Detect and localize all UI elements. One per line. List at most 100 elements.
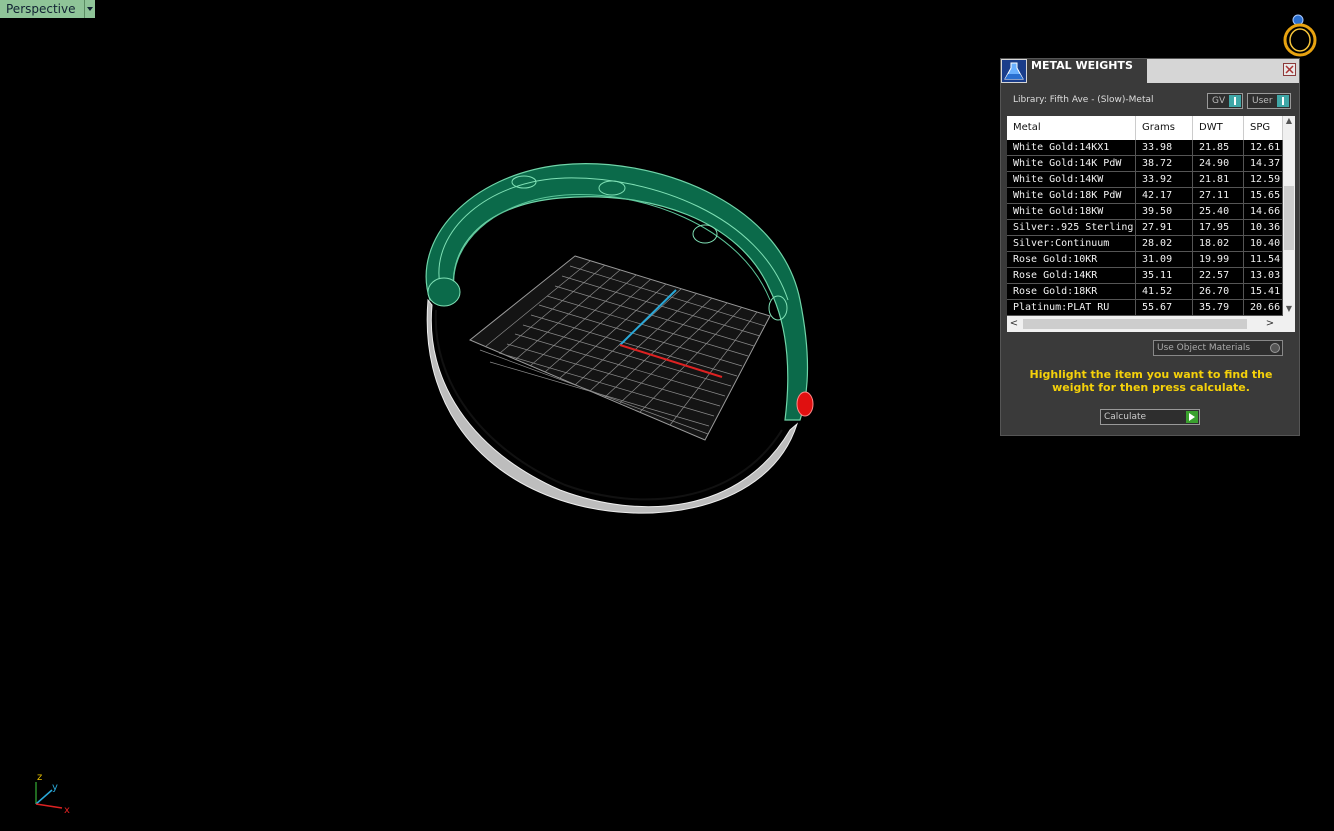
radio-icon bbox=[1270, 343, 1280, 353]
dwt-cell: 22.57 bbox=[1193, 268, 1244, 283]
metal-cell: Silver:Continuum bbox=[1007, 236, 1136, 251]
metal-cell: White Gold:14KW bbox=[1007, 172, 1136, 187]
close-icon bbox=[1285, 65, 1294, 74]
play-icon bbox=[1186, 411, 1198, 423]
axis-gizmo: z y x bbox=[35, 772, 70, 816]
horizontal-scrollbar[interactable]: < > bbox=[1007, 316, 1295, 332]
metal-cell: Rose Gold:18KR bbox=[1007, 284, 1136, 299]
grams-cell: 31.09 bbox=[1136, 252, 1193, 267]
metal-weights-panel: METAL WEIGHTS Library: Fifth Ave - (Slow… bbox=[1000, 58, 1300, 436]
spg-cell: 13.03 bbox=[1244, 268, 1283, 283]
column-header-spg[interactable]: SPG bbox=[1244, 116, 1283, 140]
table-row[interactable]: White Gold:18K PdW 42.17 27.11 15.65 bbox=[1007, 188, 1283, 204]
dwt-cell: 21.85 bbox=[1193, 140, 1244, 155]
instruction-text: Highlight the item you want to find the … bbox=[1029, 368, 1273, 394]
scroll-down-icon[interactable]: ▼ bbox=[1283, 304, 1295, 314]
table-row[interactable]: White Gold:14KX1 33.98 21.85 12.61 bbox=[1007, 140, 1283, 156]
toggle-knob-icon bbox=[1277, 95, 1289, 107]
metal-cell: White Gold:18KW bbox=[1007, 204, 1136, 219]
calculate-label: Calculate bbox=[1104, 412, 1147, 422]
spg-cell: 12.59 bbox=[1244, 172, 1283, 187]
dwt-cell: 35.79 bbox=[1193, 300, 1244, 315]
user-toggle-label: User bbox=[1252, 96, 1273, 106]
metal-cell: White Gold:18K PdW bbox=[1007, 188, 1136, 203]
grams-cell: 55.67 bbox=[1136, 300, 1193, 315]
grams-cell: 33.92 bbox=[1136, 172, 1193, 187]
dwt-cell: 21.81 bbox=[1193, 172, 1244, 187]
grams-cell: 35.11 bbox=[1136, 268, 1193, 283]
gv-toggle[interactable]: GV bbox=[1207, 93, 1243, 109]
spg-cell: 14.66 bbox=[1244, 204, 1283, 219]
table-row[interactable]: Rose Gold:18KR 41.52 26.70 15.41 bbox=[1007, 284, 1283, 300]
ring-hinge-left bbox=[427, 277, 461, 307]
grams-cell: 39.50 bbox=[1136, 204, 1193, 219]
gv-toggle-label: GV bbox=[1212, 96, 1226, 106]
panel-title: METAL WEIGHTS bbox=[1027, 59, 1147, 83]
spg-cell: 14.37 bbox=[1244, 156, 1283, 171]
dwt-cell: 19.99 bbox=[1193, 252, 1244, 267]
table-row[interactable]: Rose Gold:10KR 31.09 19.99 11.54 bbox=[1007, 252, 1283, 268]
spg-cell: 20.66 bbox=[1244, 300, 1283, 315]
table-body: White Gold:14KX1 33.98 21.85 12.61 White Gol… bbox=[1007, 140, 1283, 316]
user-toggle[interactable]: User bbox=[1247, 93, 1291, 109]
close-button[interactable] bbox=[1283, 63, 1296, 76]
table-row[interactable]: Platinum:PLAT RU 55.67 35.79 20.66 bbox=[1007, 300, 1283, 316]
metal-cell: White Gold:14K PdW bbox=[1007, 156, 1136, 171]
table-row[interactable]: Rose Gold:14KR 35.11 22.57 13.03 bbox=[1007, 268, 1283, 284]
scroll-up-icon[interactable]: ▲ bbox=[1283, 116, 1295, 126]
dwt-cell: 27.11 bbox=[1193, 188, 1244, 203]
metal-cell: Rose Gold:10KR bbox=[1007, 252, 1136, 267]
metal-cell: Rose Gold:14KR bbox=[1007, 268, 1136, 283]
spg-cell: 12.61 bbox=[1244, 140, 1283, 155]
dwt-cell: 17.95 bbox=[1193, 220, 1244, 235]
dwt-cell: 24.90 bbox=[1193, 156, 1244, 171]
z-axis-label: z bbox=[37, 772, 42, 783]
spg-cell: 10.36 bbox=[1244, 220, 1283, 235]
metal-table[interactable]: Metal Grams DWT SPG White Gold:14KX1 33.9… bbox=[1007, 116, 1295, 332]
column-header-metal[interactable]: Metal bbox=[1007, 116, 1136, 140]
column-header-grams[interactable]: Grams bbox=[1136, 116, 1193, 140]
panel-titlebar[interactable]: METAL WEIGHTS bbox=[1001, 59, 1299, 83]
table-row[interactable]: White Gold:14KW 33.92 21.81 12.59 bbox=[1007, 172, 1283, 188]
dwt-cell: 18.02 bbox=[1193, 236, 1244, 251]
flask-icon bbox=[1002, 60, 1026, 82]
ring-logo-icon[interactable] bbox=[1280, 12, 1320, 58]
table-row[interactable]: Silver:.925 Sterling 27.91 17.95 10.36 bbox=[1007, 220, 1283, 236]
table-header: Metal Grams DWT SPG bbox=[1007, 116, 1283, 140]
column-header-dwt[interactable]: DWT bbox=[1193, 116, 1244, 140]
use-object-materials-toggle[interactable]: Use Object Materials bbox=[1153, 340, 1283, 356]
toggle-knob-icon bbox=[1229, 95, 1241, 107]
library-label: Library: Fifth Ave - (Slow)-Metal bbox=[1013, 95, 1154, 105]
grams-cell: 41.52 bbox=[1136, 284, 1193, 299]
spg-cell: 10.40 bbox=[1244, 236, 1283, 251]
scroll-right-icon[interactable]: > bbox=[1263, 316, 1277, 332]
scroll-thumb[interactable] bbox=[1284, 186, 1294, 250]
vertical-scrollbar[interactable]: ▲ ▼ bbox=[1283, 116, 1295, 316]
table-row[interactable]: White Gold:14K PdW 38.72 24.90 14.37 bbox=[1007, 156, 1283, 172]
spg-cell: 15.65 bbox=[1244, 188, 1283, 203]
construction-grid bbox=[469, 255, 771, 441]
dwt-cell: 26.70 bbox=[1193, 284, 1244, 299]
metal-cell: White Gold:14KX1 bbox=[1007, 140, 1136, 155]
scroll-left-icon[interactable]: < bbox=[1007, 316, 1021, 332]
dwt-cell: 25.40 bbox=[1193, 204, 1244, 219]
table-row[interactable]: White Gold:18KW 39.50 25.40 14.66 bbox=[1007, 204, 1283, 220]
grams-cell: 27.91 bbox=[1136, 220, 1193, 235]
use-object-materials-label: Use Object Materials bbox=[1157, 343, 1251, 353]
selected-screw[interactable] bbox=[796, 391, 814, 417]
chevron-down-icon[interactable] bbox=[84, 0, 95, 18]
table-row[interactable]: Silver:Continuum 28.02 18.02 10.40 bbox=[1007, 236, 1283, 252]
metal-cell: Platinum:PLAT RU bbox=[1007, 300, 1136, 315]
grams-cell: 42.17 bbox=[1136, 188, 1193, 203]
y-axis-label: y bbox=[52, 782, 58, 793]
grams-cell: 28.02 bbox=[1136, 236, 1193, 251]
viewport-label[interactable]: Perspective bbox=[0, 0, 85, 18]
spg-cell: 11.54 bbox=[1244, 252, 1283, 267]
grams-cell: 33.98 bbox=[1136, 140, 1193, 155]
metal-cell: Silver:.925 Sterling bbox=[1007, 220, 1136, 235]
calculate-button[interactable]: Calculate bbox=[1100, 409, 1200, 425]
spg-cell: 15.41 bbox=[1244, 284, 1283, 299]
viewport-tab[interactable]: Perspective bbox=[0, 0, 95, 18]
x-axis-label: x bbox=[64, 805, 70, 816]
scroll-thumb[interactable] bbox=[1023, 319, 1247, 329]
